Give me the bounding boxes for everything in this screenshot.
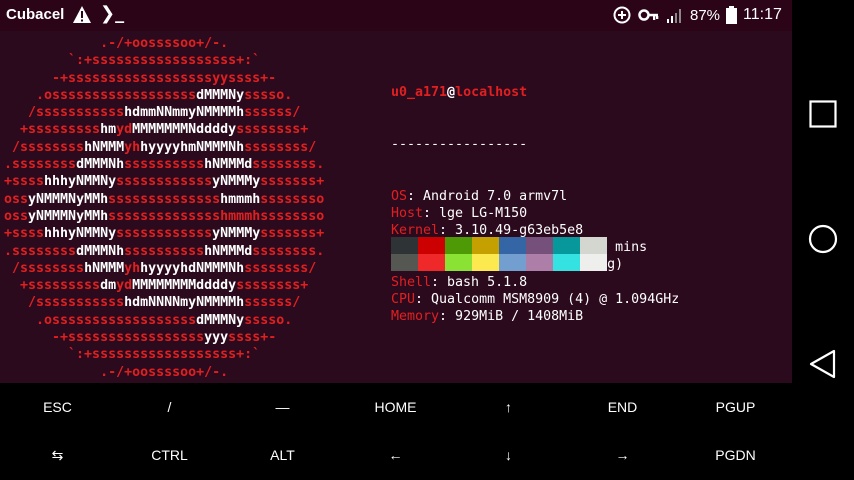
vpn-key-icon xyxy=(638,9,659,21)
logo-line: +sssssssssdmydMMMMMMMMddddyssssssss+ xyxy=(4,278,309,294)
system-info: u0_a171@localhost ----------------- OS: … xyxy=(391,50,679,360)
tab-key[interactable]: ⇆ xyxy=(1,431,114,479)
back-button[interactable] xyxy=(792,344,854,384)
pgdn-key[interactable]: PGDN xyxy=(679,431,792,479)
logo-line: +ssssssssshmydMMMMMMMNddddyssssssss+ xyxy=(4,122,309,138)
palette-swatch xyxy=(499,237,526,254)
separator: ----------------- xyxy=(391,137,528,153)
palette-swatch xyxy=(526,254,553,271)
info-key: Memory xyxy=(391,309,440,325)
info-value: : lge LG-M150 xyxy=(423,205,528,221)
battery-percent: 87% xyxy=(690,6,721,24)
info-row-os: OS: Android 7.0 armv7l xyxy=(391,188,679,205)
ubuntu-ascii-logo: .-/+oossssoo+/-. `:+ssssssssssssssssss+:… xyxy=(4,35,324,381)
info-key: Host xyxy=(391,205,424,221)
info-row-host: Host: lge LG-M150 xyxy=(391,205,679,222)
logo-line: +sssshhhyNMMNyssssssssssssyNMMMysssssss+ xyxy=(4,174,325,190)
info-value: : Android 7.0 armv7l xyxy=(407,188,568,204)
info-row-shell: Shell: bash 5.1.8 xyxy=(391,274,679,291)
recents-button[interactable] xyxy=(792,94,854,134)
color-palette xyxy=(391,237,607,271)
logo-line: +sssshhhyNMMNyssssssssssssyNMMMysssssss+ xyxy=(4,226,325,242)
data-saver-icon xyxy=(613,6,631,24)
logo-line: .ossssssssssssssssssdMMMNysssso. xyxy=(4,312,293,328)
logo-line: .ossssssssssssssssssdMMMNysssso. xyxy=(4,87,293,103)
palette-swatch xyxy=(526,237,553,254)
back-triangle-icon xyxy=(809,349,836,379)
info-key: OS xyxy=(391,188,408,204)
right-arrow-key[interactable]: → xyxy=(566,431,679,479)
logo-line: /sssssssshNMMMyhhyyyyhdNMMMNhssssssss/ xyxy=(4,260,317,276)
terminal-view[interactable]: .-/+oossssoo+/-. `:+ssssssssssssssssss+:… xyxy=(0,31,792,383)
palette-swatch xyxy=(391,254,418,271)
ctrl-key[interactable]: CTRL xyxy=(113,431,226,479)
status-bar: Cubacel ❯_ 87% 11:17 xyxy=(0,0,854,31)
logo-line: .-/+oossssoo+/-. xyxy=(4,36,229,51)
info-key: Kernel xyxy=(391,223,440,239)
logo-line: /ssssssssssshdmmNNmmyNMMMMhssssss/ xyxy=(4,105,301,121)
down-arrow-key[interactable]: ↓ xyxy=(452,431,565,479)
signal-icon xyxy=(667,9,681,23)
warning-icon xyxy=(73,6,91,23)
logo-line: ossyNMMMNyMMhsssssssssssssshmmmhssssssso xyxy=(4,191,325,207)
clock: 11:17 xyxy=(743,6,782,23)
recents-icon xyxy=(809,100,837,128)
user-host: u0_a171@localhost xyxy=(391,84,679,101)
logo-line: `:+ssssssssssssssssss+:` xyxy=(4,347,261,363)
palette-swatch xyxy=(472,237,499,254)
palette-swatch xyxy=(418,237,445,254)
palette-swatch xyxy=(553,254,580,271)
info-value: : 929MiB / 1408MiB xyxy=(439,309,584,325)
palette-swatch xyxy=(445,237,472,254)
alt-key[interactable]: ALT xyxy=(226,431,339,479)
info-key: Shell xyxy=(391,274,432,290)
logo-line: -+sssssssssssssssssyyyssss+- xyxy=(4,330,277,346)
battery-icon xyxy=(726,6,738,24)
terminal-icon: ❯_ xyxy=(100,3,125,24)
info-row-cpu: CPU: Qualcomm MSM8909 (4) @ 1.094GHz xyxy=(391,291,679,308)
left-arrow-key[interactable]: ← xyxy=(339,431,452,479)
carrier-name: Cubacel xyxy=(6,6,65,23)
palette-swatch xyxy=(418,254,445,271)
info-value: : bash 5.1.8 xyxy=(431,274,528,290)
logo-line: -+ssssssssssssssssssyyssss+- xyxy=(4,70,277,86)
info-value: : Qualcomm MSM8909 (4) @ 1.094GHz xyxy=(415,291,680,307)
logo-line: .ssssssssdMMMNhsssssssssshNMMMdssssssss. xyxy=(4,243,325,259)
at-sign: @ xyxy=(447,85,456,101)
extra-keys-bar: ESC / — HOME ↑ END PGUP ⇆ CTRL ALT ← ↓ → PGDN xyxy=(0,383,792,480)
palette-swatch xyxy=(580,254,607,271)
palette-swatch xyxy=(391,237,418,254)
up-arrow-key[interactable]: ↑ xyxy=(452,383,565,431)
palette-swatch xyxy=(553,237,580,254)
home-circle-icon xyxy=(808,224,838,254)
palette-swatch xyxy=(499,254,526,271)
logo-line: /ssssssssssshdmNNNNmyNMMMMhssssss/ xyxy=(4,295,301,311)
info-row-memory: Memory: 929MiB / 1408MiB xyxy=(391,308,679,325)
logo-line: .ssssssssdMMMNhsssssssssshNMMMdssssssss. xyxy=(4,157,325,173)
home-button[interactable] xyxy=(792,219,854,259)
slash-key[interactable]: / xyxy=(113,383,226,431)
pgup-key[interactable]: PGUP xyxy=(679,383,792,431)
info-value: : 3.10.49-g63eb5e8 xyxy=(439,223,584,239)
palette-swatch xyxy=(445,254,472,271)
home-key[interactable]: HOME xyxy=(339,383,452,431)
palette-swatch xyxy=(580,237,607,254)
logo-line: .-/+oossssoo+/-. xyxy=(4,364,229,380)
logo-line: ossyNMMMNyMMhsssssssssssssshmmmhssssssso xyxy=(4,208,325,224)
end-key[interactable]: END xyxy=(566,383,679,431)
dash-key[interactable]: — xyxy=(226,383,339,431)
esc-key[interactable]: ESC xyxy=(1,383,114,431)
navigation-bar xyxy=(792,0,854,480)
palette-swatch xyxy=(472,254,499,271)
logo-line: `:+ssssssssssssssssss+:` xyxy=(4,53,261,69)
username: u0_a171 xyxy=(391,85,448,101)
info-key: CPU xyxy=(391,291,416,307)
logo-line: /sssssssshNMMMyhhyyyyhmNMMMNhssssssss/ xyxy=(4,139,317,155)
hostname: localhost xyxy=(455,85,528,101)
